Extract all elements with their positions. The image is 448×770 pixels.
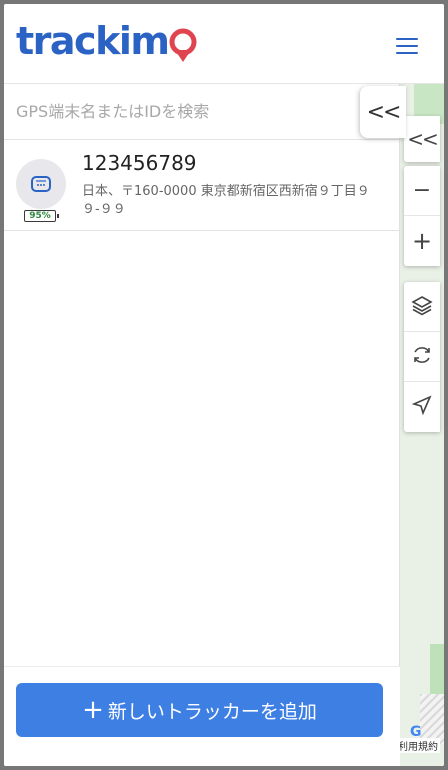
zoom-controls: − + <box>404 166 440 266</box>
map-collapse-button[interactable]: << <box>404 116 440 162</box>
hamburger-line <box>396 45 418 47</box>
logo-text: trackim <box>16 19 170 63</box>
refresh-button[interactable] <box>404 332 440 382</box>
layers-button[interactable] <box>404 282 440 332</box>
refresh-icon <box>411 344 433 370</box>
chevrons-left-icon: << <box>366 99 402 125</box>
locate-button[interactable] <box>404 382 440 432</box>
panel-footer: + 新しいトラッカーを追加 <box>4 666 400 766</box>
device-address: 日本、〒160-0000 東京都新宿区西新宿９丁目９９-９９ <box>82 184 370 217</box>
hamburger-icon[interactable] <box>396 38 418 54</box>
layers-icon <box>411 294 433 320</box>
map-tools <box>404 282 440 432</box>
hamburger-line <box>396 38 418 40</box>
minus-icon: − <box>412 178 432 203</box>
chevrons-left-icon: << <box>407 127 438 151</box>
plus-icon: + <box>411 227 433 255</box>
device-list-item[interactable]: 95% 123456789 日本、〒160-0000 東京都新宿区西新宿９丁目９… <box>4 141 400 231</box>
zoom-out-button[interactable]: − <box>404 166 440 216</box>
app-header: trackim <box>4 4 444 84</box>
device-list-panel: << 95% 123456789 日本、〒160-0000 東京都新宿区西新宿９… <box>4 84 406 766</box>
map-hatched-area <box>420 694 444 744</box>
search-bar <box>4 84 400 140</box>
trackimo-logo[interactable]: trackim <box>16 18 197 74</box>
app-frame: trackim G 利用規約 << − + GPS端末名またはIDを検索 << … <box>4 4 444 766</box>
navigation-arrow-icon <box>411 394 433 420</box>
device-search-input[interactable] <box>4 91 344 132</box>
panel-collapse-button[interactable]: << <box>360 86 406 138</box>
hamburger-line <box>396 52 418 54</box>
battery-badge: 95% <box>24 210 59 222</box>
add-tracker-button[interactable]: + 新しいトラッカーを追加 <box>16 683 383 737</box>
add-tracker-label: 新しいトラッカーを追加 <box>107 700 317 723</box>
location-pin-icon <box>169 28 197 78</box>
map-terms-link[interactable]: 利用規約 <box>396 738 440 753</box>
plus-icon: + <box>82 695 104 725</box>
zoom-in-button[interactable]: + <box>404 216 440 266</box>
device-avatar <box>16 159 66 209</box>
device-name: 123456789 <box>82 151 197 175</box>
tracker-device-icon <box>31 176 51 192</box>
